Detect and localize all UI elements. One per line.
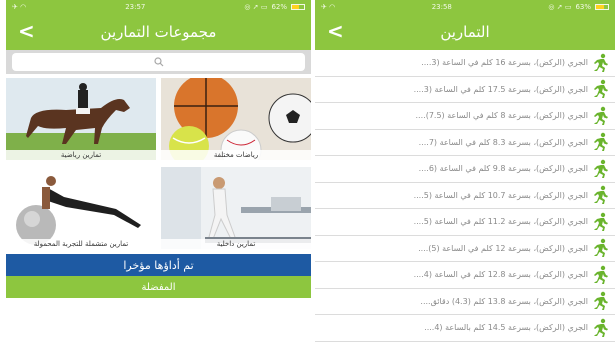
battery-percent: 62% (271, 2, 287, 11)
tile-horse-riding[interactable]: تمارين رياضية (6, 78, 156, 160)
chevron-left-icon[interactable]: < (18, 19, 35, 43)
nav-bar: < التمارين (315, 13, 615, 50)
status-right: ◎ ➚ ▭ 63% (548, 3, 609, 11)
exercises-screen: ✈ ◠ 23:58 ◎ ➚ ▭ 63% < التمارين الجري (ال… (315, 0, 615, 350)
runner-icon (594, 159, 608, 178)
exercise-label: الجري (الركض)، بسرعة 17.5 كلم في الساعة … (413, 84, 588, 94)
exercise-list-item[interactable]: الجري (الركض)، بسرعة 9.8 كلم في الساعة (… (315, 156, 615, 183)
exercise-label: الجري (الركض)، بسرعة 12.8 كلم في الساعة … (413, 270, 588, 280)
exercise-label: الجري (الركض)، بسرعة 10.7 كلم في الساعة … (413, 190, 588, 200)
battery-percent: 63% (575, 2, 591, 11)
exercise-label: الجري (الركض)، بسرعة 14.5 كلم بالساعة (4… (424, 323, 588, 333)
exercise-label: الجري (الركض)، بسرعة 13.8 كلم (4.3) دقائ… (420, 296, 588, 306)
tile-home-exercise[interactable]: تمارين متشملة للتجربة المحمولة (6, 167, 156, 249)
horse-rider-image (6, 78, 156, 160)
exercise-list-item[interactable]: الجري (الركض)، بسرعة 12.8 كلم في الساعة … (315, 262, 615, 289)
status-bar: ✈ ◠ 23:58 ◎ ➚ ▭ 63% (315, 0, 615, 13)
runner-icon (594, 212, 608, 231)
status-right: ◎ ➚ ▭ 62% (244, 3, 305, 11)
runner-icon (594, 265, 608, 284)
tile-caption: رياضات مختلفة (161, 150, 311, 160)
battery-icon (595, 3, 609, 10)
exercise-list-item[interactable]: الجري (الركض)، بسرعة 12 كلم في الساعة (5… (315, 236, 615, 262)
exercise-list-item[interactable]: الجري (الركض)، بسرعة 10.7 كلم في الساعة … (315, 183, 615, 209)
exercise-list-item[interactable]: الجري (الركض)، بسرعة 8 كلم في الساعة (7.… (315, 103, 615, 130)
exercise-list: الجري (الركض)، بسرعة 16 كلم في الساعة (3… (315, 50, 615, 342)
runner-icon (594, 53, 608, 72)
exercise-label: الجري (الركض)، بسرعة 8.3 كلم في الساعة (… (418, 137, 588, 147)
exercise-list-item[interactable]: الجري (الركض)، بسرعة 13.8 كلم (4.3) دقائ… (315, 289, 615, 315)
runner-icon (594, 186, 608, 205)
treadmill-image (161, 167, 311, 249)
exercise-list-item[interactable]: الجري (الركض)، بسرعة 8.3 كلم في الساعة (… (315, 130, 615, 156)
runner-icon (594, 239, 608, 258)
runner-icon (594, 80, 608, 99)
exercise-list-item[interactable]: الجري (الركض)، بسرعة 16 كلم في الساعة (3… (315, 50, 615, 77)
runner-icon (594, 292, 608, 311)
exercise-list-item[interactable]: الجري (الركض)، بسرعة 14.5 كلم بالساعة (4… (315, 315, 615, 342)
search-input[interactable] (12, 53, 305, 71)
tile-caption: تمارين متشملة للتجربة المحمولة (6, 239, 156, 249)
exercise-list-item[interactable]: الجري (الركض)، بسرعة 17.5 كلم في الساعة … (315, 77, 615, 103)
runner-icon (594, 106, 608, 125)
exercise-list-item[interactable]: الجري (الركض)، بسرعة 11.2 كلم في الساعة … (315, 209, 615, 236)
favorites-button[interactable]: المفضلة (6, 276, 311, 298)
exercise-label: الجري (الركض)، بسرعة 8 كلم في الساعة (7.… (415, 111, 588, 121)
sports-balls-image (161, 78, 311, 160)
status-icons: ◎ ➚ ▭ (548, 2, 572, 11)
page-title: التمارين (440, 22, 490, 41)
runner-icon (594, 318, 608, 337)
status-bar: ✈ ◠ 23:57 ◎ ➚ ▭ 62% (6, 0, 311, 13)
search-bar (6, 50, 311, 74)
exercise-label: الجري (الركض)، بسرعة 9.8 كلم في الساعة (… (418, 164, 588, 174)
search-icon (153, 57, 163, 67)
tile-caption: تمارين داخلية (161, 239, 311, 249)
status-time: 23:58 (431, 2, 452, 11)
exercise-label: الجري (الركض)، بسرعة 11.2 كلم في الساعة … (413, 217, 588, 227)
battery-icon (291, 3, 305, 10)
exercise-ball-image (6, 167, 156, 249)
status-icons: ◎ ➚ ▭ (244, 2, 268, 11)
nav-bar: < مجموعات التمارين (6, 13, 311, 50)
runner-icon (594, 133, 608, 152)
tile-caption: تمارين رياضية (6, 150, 156, 160)
recently-done-button[interactable]: تم أداؤها مؤخرا (6, 254, 311, 276)
tile-indoor-exercise[interactable]: تمارين داخلية (161, 167, 311, 249)
exercise-label: الجري (الركض)، بسرعة 12 كلم في الساعة (5… (418, 243, 588, 253)
status-time: 23:57 (125, 2, 146, 11)
screenshot-pair: ✈ ◠ 23:57 ◎ ➚ ▭ 62% < مجموعات التمارين ت… (0, 0, 615, 350)
category-grid: تمارين رياضية رياضات مختلفة تمارين متشمل… (6, 74, 311, 249)
exercise-label: الجري (الركض)، بسرعة 16 كلم في الساعة (3… (421, 58, 588, 68)
airplane-wifi-icons: ✈ ◠ (321, 2, 336, 11)
workout-groups-screen: ✈ ◠ 23:57 ◎ ➚ ▭ 62% < مجموعات التمارين ت… (6, 0, 311, 350)
tile-ball-sports[interactable]: رياضات مختلفة (161, 78, 311, 160)
airplane-wifi-icons: ✈ ◠ (12, 2, 27, 11)
chevron-left-icon[interactable]: < (327, 19, 344, 43)
page-title: مجموعات التمارين (100, 22, 217, 41)
